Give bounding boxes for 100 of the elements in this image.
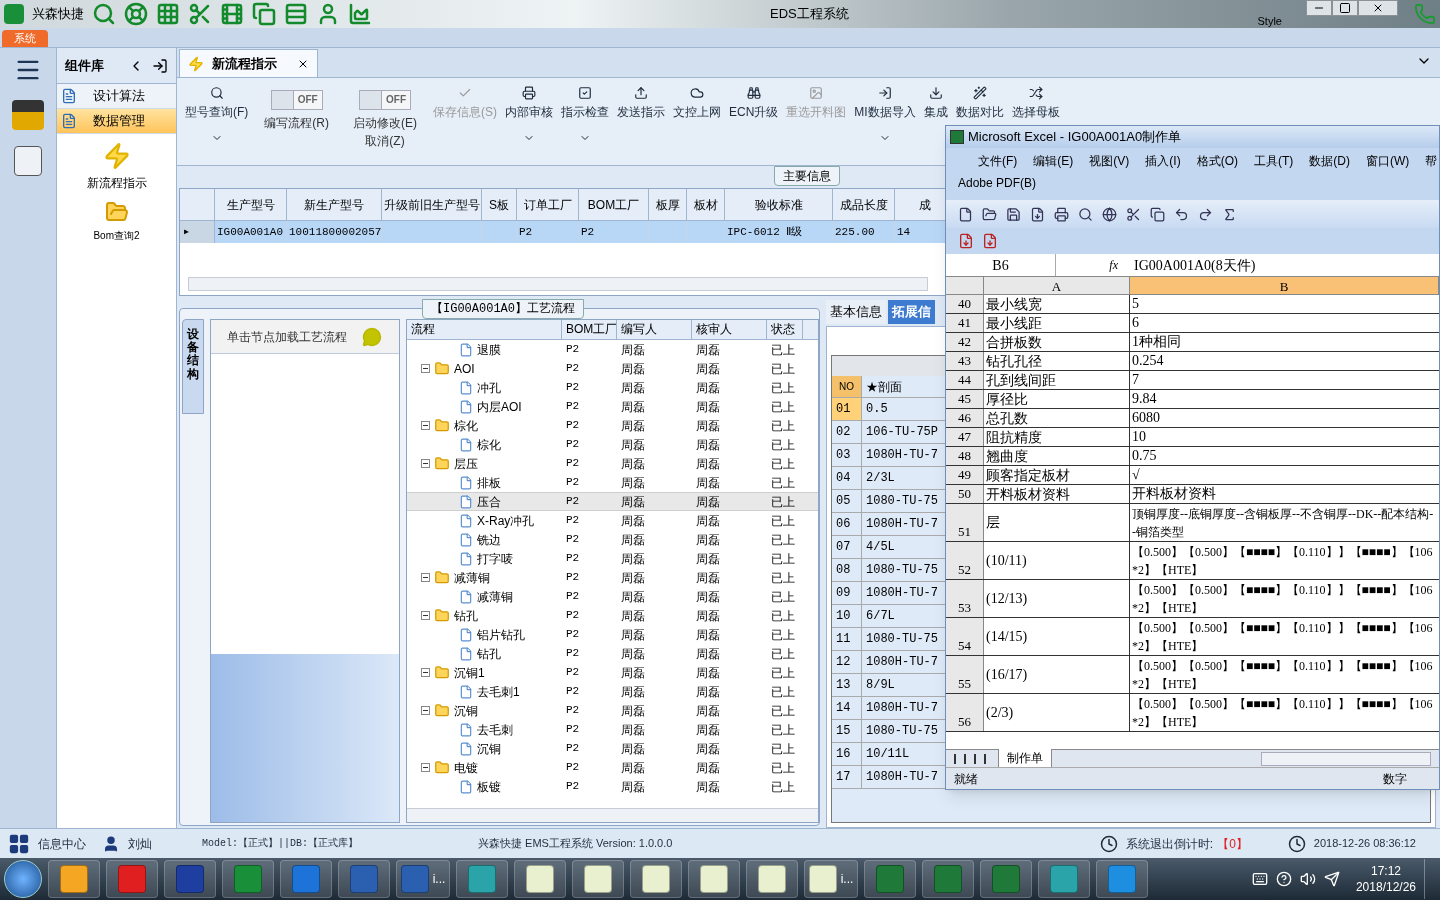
row-number-cell[interactable]: 17 — [832, 766, 862, 788]
help-icon[interactable] — [1275, 871, 1292, 887]
copy-icon[interactable] — [1150, 206, 1165, 222]
row-number-cell[interactable]: 08 — [832, 559, 862, 581]
tree-row[interactable]: X-Ray冲孔 P2 周磊 周磊 已上 — [407, 511, 818, 530]
formula-field[interactable]: IG00A001A0(8天件) — [1126, 254, 1264, 276]
collapse-toggle-icon[interactable] — [421, 763, 430, 772]
taskbar-button[interactable] — [572, 860, 624, 898]
collapse-toggle-icon[interactable] — [421, 573, 430, 582]
document-tab[interactable]: 新流程指示 — [179, 49, 318, 77]
collapse-toggle-icon[interactable] — [421, 611, 430, 620]
keyboard-icon[interactable] — [1251, 871, 1268, 887]
horizontal-scrollbar[interactable] — [407, 808, 818, 822]
tray-icon[interactable] — [1323, 871, 1340, 887]
menu-item[interactable]: 工具(T) — [1254, 152, 1294, 170]
tree-row[interactable]: 铝片钻孔 P2 周磊 周磊 已上 — [407, 625, 818, 644]
toggle-switch[interactable]: OFF — [270, 90, 323, 110]
grid-icon[interactable] — [8, 832, 30, 855]
pdf-icon[interactable] — [958, 233, 974, 249]
tree-row[interactable]: 减薄铜 P2 周磊 周磊 已上 — [407, 587, 818, 606]
collapse-toggle-icon[interactable] — [421, 459, 430, 468]
sidebar-item[interactable]: 数据管理 — [57, 109, 176, 134]
tree-row[interactable]: 去毛刺1 P2 周磊 周磊 已上 — [407, 682, 818, 701]
row-number-cell[interactable]: 14 — [832, 697, 862, 719]
row-number-cell[interactable]: 09 — [832, 582, 862, 604]
tree-row[interactable]: 棕化 P2 周磊 周磊 已上 — [407, 416, 818, 435]
scissors-icon[interactable] — [1126, 206, 1141, 222]
taskbar-button[interactable]: i... — [804, 860, 858, 898]
volume-icon[interactable] — [1299, 871, 1316, 887]
taskbar-button[interactable] — [630, 860, 682, 898]
panel-tab[interactable]: 拓展信 — [888, 300, 935, 324]
tree-row[interactable]: 减薄铜 P2 周磊 周磊 已上 — [407, 568, 818, 587]
rows-icon[interactable] — [284, 2, 308, 26]
row-number-cell[interactable]: 07 — [832, 536, 862, 558]
horizontal-scrollbar[interactable] — [188, 277, 928, 291]
ribbon-button[interactable]: 集成 — [919, 82, 952, 121]
tree-row[interactable]: 层压 P2 周磊 周磊 已上 — [407, 454, 818, 473]
tree-row[interactable]: AOI P2 周磊 周磊 已上 — [407, 359, 818, 378]
row-number-cell[interactable]: 10 — [832, 605, 862, 627]
tree-row[interactable]: 钻孔 P2 周磊 周磊 已上 — [407, 644, 818, 663]
collapse-toggle-icon[interactable] — [421, 706, 430, 715]
menu-item[interactable]: 视图(V) — [1089, 152, 1130, 170]
taskbar-button[interactable] — [514, 860, 566, 898]
toggle-switch[interactable]: OFF — [359, 90, 411, 110]
row-number-cell[interactable]: 06 — [832, 513, 862, 535]
row-selector[interactable]: ▶ — [180, 221, 215, 243]
panel-tab[interactable]: 基本信息 — [826, 300, 886, 324]
tree-row[interactable]: 电镀 P2 周磊 周磊 已上 — [407, 758, 818, 777]
menu-item[interactable]: 窗口(W) — [1366, 152, 1410, 170]
row-number-cell[interactable]: 02 — [832, 421, 862, 443]
ribbon-button[interactable]: ECN升级 — [725, 82, 783, 121]
tree-row[interactable]: 冲孔 P2 周磊 周磊 已上 — [407, 378, 818, 397]
ribbon-button[interactable]: 指示检查 — [557, 82, 613, 144]
globe-icon[interactable] — [1102, 206, 1117, 222]
menu-item[interactable]: 数据(D) — [1309, 152, 1350, 170]
ribbon-button[interactable]: MI数据导入 — [850, 82, 920, 144]
lifebuoy-icon[interactable] — [124, 2, 148, 26]
ribbon-button[interactable]: 内部审核 — [501, 82, 557, 144]
tree-row[interactable]: 沉铜1 P2 周磊 周磊 已上 — [407, 663, 818, 682]
menu-item[interactable]: 编辑(E) — [1033, 152, 1074, 170]
horizontal-scrollbar[interactable] — [1261, 751, 1431, 766]
start-button[interactable] — [4, 860, 42, 898]
area-chart-icon[interactable] — [348, 2, 372, 26]
taskbar-button[interactable] — [164, 860, 216, 898]
tree-row[interactable]: 铣边 P2 周磊 周磊 已上 — [407, 530, 818, 549]
collapse-toggle-icon[interactable] — [421, 364, 430, 373]
row-number-cell[interactable]: 12 — [832, 651, 862, 673]
tree-row[interactable]: 沉铜 P2 周磊 周磊 已上 — [407, 739, 818, 758]
row-number-cell[interactable]: 05 — [832, 490, 862, 512]
row-number-cell[interactable]: 15 — [832, 720, 862, 742]
save-icon[interactable] — [1006, 206, 1021, 222]
tree-row[interactable]: 退膜 P2 周磊 周磊 已上 — [407, 340, 818, 359]
ribbon-button[interactable]: 文控上网 — [669, 82, 725, 121]
row-number-cell[interactable]: 03 — [832, 444, 862, 466]
menu-item[interactable]: 文件(F) — [978, 152, 1018, 170]
pdf-icon[interactable] — [982, 233, 998, 249]
printer-icon[interactable] — [1054, 206, 1069, 222]
row-number-cell[interactable]: 04 — [832, 467, 862, 489]
taskbar-button[interactable] — [48, 860, 100, 898]
tree-row[interactable]: 棕化 P2 周磊 周磊 已上 — [407, 435, 818, 454]
tree-row[interactable]: 去毛刺 P2 周磊 周磊 已上 — [407, 720, 818, 739]
new-file-icon[interactable] — [958, 206, 973, 222]
row-number-cell[interactable]: 13 — [832, 674, 862, 696]
column-header[interactable]: B — [1130, 277, 1439, 294]
maximize-button[interactable] — [1332, 0, 1358, 16]
tree-row[interactable]: 打字唛 P2 周磊 周磊 已上 — [407, 549, 818, 568]
tree-row[interactable]: 沉铜 P2 周磊 周磊 已上 — [407, 701, 818, 720]
tree-row[interactable]: 排板 P2 周磊 周磊 已上 — [407, 473, 818, 492]
menu-item[interactable]: 格式(O) — [1196, 152, 1238, 170]
tree-row[interactable]: 钻孔 P2 周磊 周磊 已上 — [407, 606, 818, 625]
ribbon-button[interactable]: 选择母板 — [1007, 82, 1064, 121]
collapse-toggle-icon[interactable] — [421, 668, 430, 677]
row-number-cell[interactable]: 11 — [832, 628, 862, 650]
pin-icon[interactable] — [152, 57, 168, 74]
sidebar-item[interactable]: 设计算法 — [57, 84, 176, 109]
pdf-icon[interactable] — [1030, 206, 1045, 222]
taskbar-button[interactable] — [688, 860, 740, 898]
redo-icon[interactable] — [1198, 206, 1213, 222]
tree-row[interactable]: 板镀 P2 周磊 周磊 已上 — [407, 777, 818, 796]
taskbar-button[interactable] — [746, 860, 798, 898]
